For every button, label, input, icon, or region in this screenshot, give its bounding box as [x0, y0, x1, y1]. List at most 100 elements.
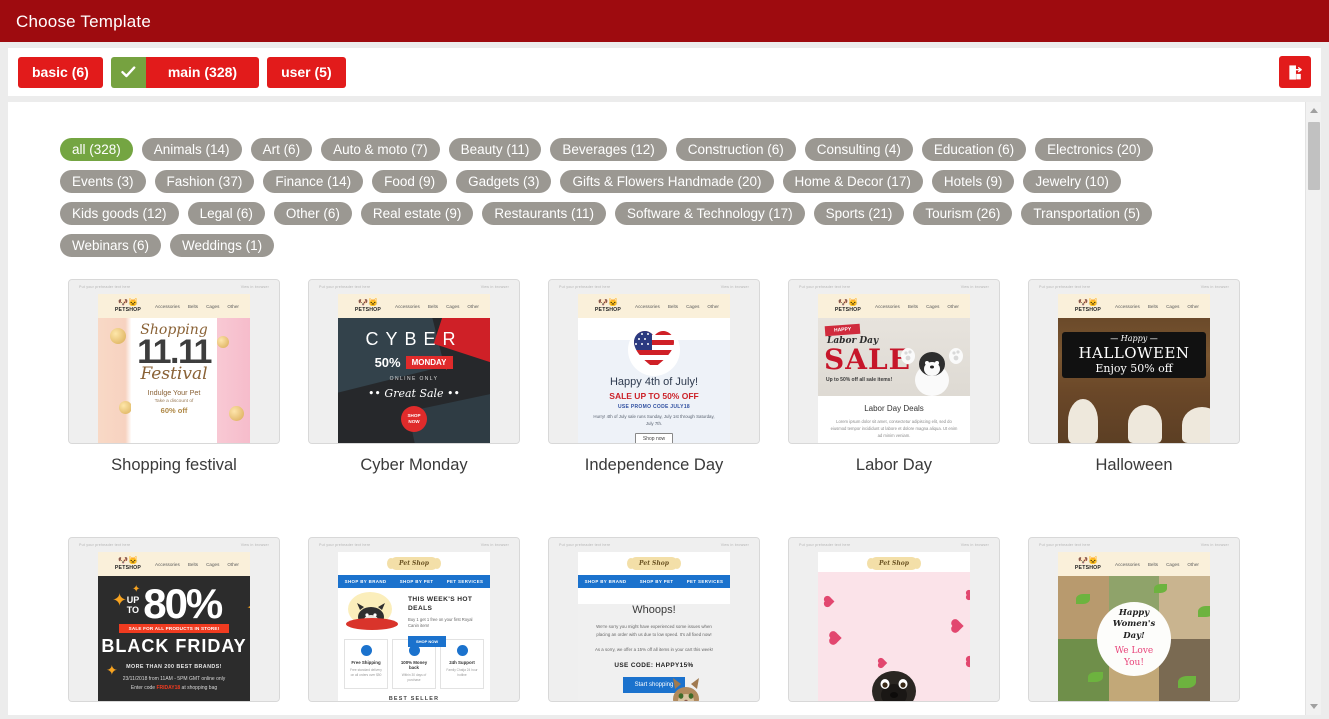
email-navbar: 🐶🐱 PETSHOP Accessories Belts Cages Other	[338, 294, 490, 318]
brand-name: PETSHOP	[834, 307, 862, 313]
email-navbar-blue: SHOP BY BRAND SHOP BY PET PET SERVICES	[578, 575, 730, 588]
category-tag[interactable]: Beauty (11)	[448, 138, 542, 161]
category-tag[interactable]: Other (6)	[273, 202, 352, 225]
category-tag[interactable]: Gifts & Flowers Handmade (20)	[560, 170, 774, 193]
category-tag[interactable]: Auto & moto (7)	[321, 138, 440, 161]
category-tag[interactable]: Art (6)	[250, 138, 313, 161]
category-tag[interactable]: Education (6)	[921, 138, 1027, 161]
category-tag[interactable]: Finance (14)	[263, 170, 364, 193]
category-tag[interactable]: Hotels (9)	[931, 170, 1015, 193]
nav-link: Cages	[446, 303, 460, 309]
view-in-browser-link: View in browser	[960, 285, 989, 289]
template-thumbnail[interactable]: Put your preheader text here View in brow…	[788, 537, 1000, 702]
category-tag[interactable]: Legal (6)	[187, 202, 265, 225]
scrollbar-thumb[interactable]	[1308, 122, 1320, 190]
category-tag[interactable]: Tourism (26)	[913, 202, 1013, 225]
template-thumbnail[interactable]: Put your preheader text here View in brow…	[1028, 537, 1240, 702]
category-tag[interactable]: Gadgets (3)	[456, 170, 552, 193]
category-tag[interactable]: Software & Technology (17)	[614, 202, 805, 225]
template-thumbnail[interactable]: Put your preheader text here View in brow…	[308, 537, 520, 702]
category-tag[interactable]: Kids goods (12)	[60, 202, 179, 225]
nav-link: Belts	[187, 561, 199, 567]
category-tag[interactable]: Restaurants (11)	[482, 202, 606, 225]
hero-promo-code: USE PROMO CODE JULY18	[618, 404, 690, 410]
hero-line2: Take a discount of	[154, 399, 194, 405]
tab-user[interactable]: user (5)	[267, 56, 346, 88]
email-preview: Put your preheader text here View in brow…	[309, 538, 519, 701]
tab-basic[interactable]: basic (6)	[18, 56, 103, 88]
hero-halloween: — Happy — HALLOWEEN Enjoy 50% off	[1058, 318, 1210, 443]
template-thumbnail[interactable]: Put your preheader text here View in brow…	[68, 279, 280, 444]
category-tag[interactable]: all (328)	[60, 138, 133, 161]
template-card[interactable]: Put your preheader text here View in brow…	[774, 537, 1014, 715]
template-thumbnail[interactable]: Put your preheader text here View in brow…	[68, 537, 280, 702]
scroll-up-arrow-icon[interactable]	[1306, 102, 1321, 119]
category-tag[interactable]: Jewelry (10)	[1023, 170, 1121, 193]
category-tag[interactable]: Sports (21)	[813, 202, 905, 225]
template-browser-panel: all (328) Animals (14) Art (6) Auto & moto …	[8, 102, 1321, 715]
template-card[interactable]: Put your preheader text here View in brow…	[1014, 537, 1254, 715]
template-name: Halloween	[1095, 456, 1173, 474]
nav-links: Accessories Belts Cages Other	[871, 304, 963, 309]
category-tag[interactable]: Transportation (5)	[1021, 202, 1153, 225]
template-thumbnail[interactable]: Put your preheader text here View in brow…	[308, 279, 520, 444]
nav-link: Belts	[1147, 303, 1159, 309]
nav-link: PET SERVICES	[686, 579, 724, 584]
template-thumbnail[interactable]: Put your preheader text here View in brow…	[788, 279, 1000, 444]
template-card[interactable]: Put your preheader text here View in brow…	[54, 537, 294, 715]
category-tag[interactable]: Real estate (9)	[360, 202, 474, 225]
petshop-logo: 🐶🐱 PETSHOP	[585, 299, 631, 314]
template-thumbnail[interactable]: Put your preheader text here View in brow…	[548, 537, 760, 702]
template-card[interactable]: Put your preheader text here View in brow…	[294, 537, 534, 715]
template-card[interactable]: Put your preheader text here View in brow…	[54, 279, 294, 475]
nav-link: Other	[707, 303, 719, 309]
category-tag[interactable]: Construction (6)	[675, 138, 796, 161]
brand-name: PETSHOP	[354, 307, 382, 313]
template-name: Labor Day	[855, 456, 933, 474]
petshop-logo: 🐶🐱 PETSHOP	[1065, 557, 1111, 572]
tab-main[interactable]: main (328)	[145, 56, 260, 88]
nav-links: Accessories Belts Cages Other	[1111, 562, 1203, 567]
nav-link: SHOP BY BRAND	[584, 579, 627, 584]
nav-link: Other	[1187, 561, 1199, 567]
hero-line3: 60% off	[160, 406, 188, 416]
category-tag[interactable]: Beverages (12)	[550, 138, 667, 161]
category-tag[interactable]: Consulting (4)	[804, 138, 913, 161]
category-tag[interactable]: Electronics (20)	[1035, 138, 1153, 161]
email-preview-body: Pet Shop It's Sale Time!Save Up to40% OFF…	[818, 552, 970, 701]
check-icon[interactable]	[110, 56, 146, 88]
scroll-down-arrow-icon[interactable]	[1306, 698, 1321, 715]
preheader-text: Put your preheader text here	[1039, 543, 1091, 547]
nav-link: Belts	[187, 303, 199, 309]
section-body: Lorem ipsum dolor sit amet, consectetur …	[830, 419, 958, 439]
template-thumbnail[interactable]: Put your preheader text here View in brow…	[548, 279, 760, 444]
pet-logo-icon: 🐶🐱	[118, 298, 138, 307]
template-card[interactable]: Put your preheader text here View in brow…	[534, 537, 774, 715]
tab-main-group[interactable]: main (328)	[110, 56, 260, 88]
template-grid: Put your preheader text here View in brow…	[8, 279, 1305, 715]
vertical-scrollbar[interactable]	[1305, 102, 1321, 715]
template-thumbnail[interactable]: Put your preheader text here View in brow…	[1028, 279, 1240, 444]
template-card[interactable]: Put your preheader text here View in brow…	[1014, 279, 1254, 475]
email-preview-body: Pet Shop SHOP BY BRAND SHOP BY PET PET SERV…	[578, 552, 730, 701]
template-card[interactable]: Put your preheader text here View in brow…	[534, 279, 774, 475]
email-navbar: 🐶🐱 PETSHOP Accessories Belts Cages Other	[578, 294, 730, 318]
category-tag[interactable]: Events (3)	[60, 170, 146, 193]
category-tag[interactable]: Webinars (6)	[60, 234, 162, 257]
nav-link: Accessories	[1115, 303, 1140, 309]
category-tag[interactable]: Animals (14)	[141, 138, 242, 161]
template-card[interactable]: Put your preheader text here View in brow…	[294, 279, 534, 475]
template-card[interactable]: Put your preheader text here View in brow…	[774, 279, 1014, 475]
category-tag[interactable]: Food (9)	[372, 170, 448, 193]
category-tag[interactable]: Fashion (37)	[154, 170, 255, 193]
page-export-icon[interactable]	[1279, 56, 1311, 88]
petshop-logo: 🐶🐱 PETSHOP	[105, 557, 151, 572]
petshop-bone-logo: Pet Shop	[627, 557, 681, 570]
category-tag[interactable]: Weddings (1)	[170, 234, 275, 257]
window-title-bar: Choose Template	[0, 0, 1329, 42]
email-navbar: 🐶🐱 PETSHOP Accessories Belts Cages Other	[98, 552, 250, 576]
feature-title: Free Shipping	[351, 660, 381, 665]
hero-cyber-monday: CYBER 50% MONDAY ONLINE ONLY •• Great Sale •…	[338, 318, 490, 443]
feature-icon	[360, 645, 372, 656]
category-tag[interactable]: Home & Decor (17)	[782, 170, 923, 193]
